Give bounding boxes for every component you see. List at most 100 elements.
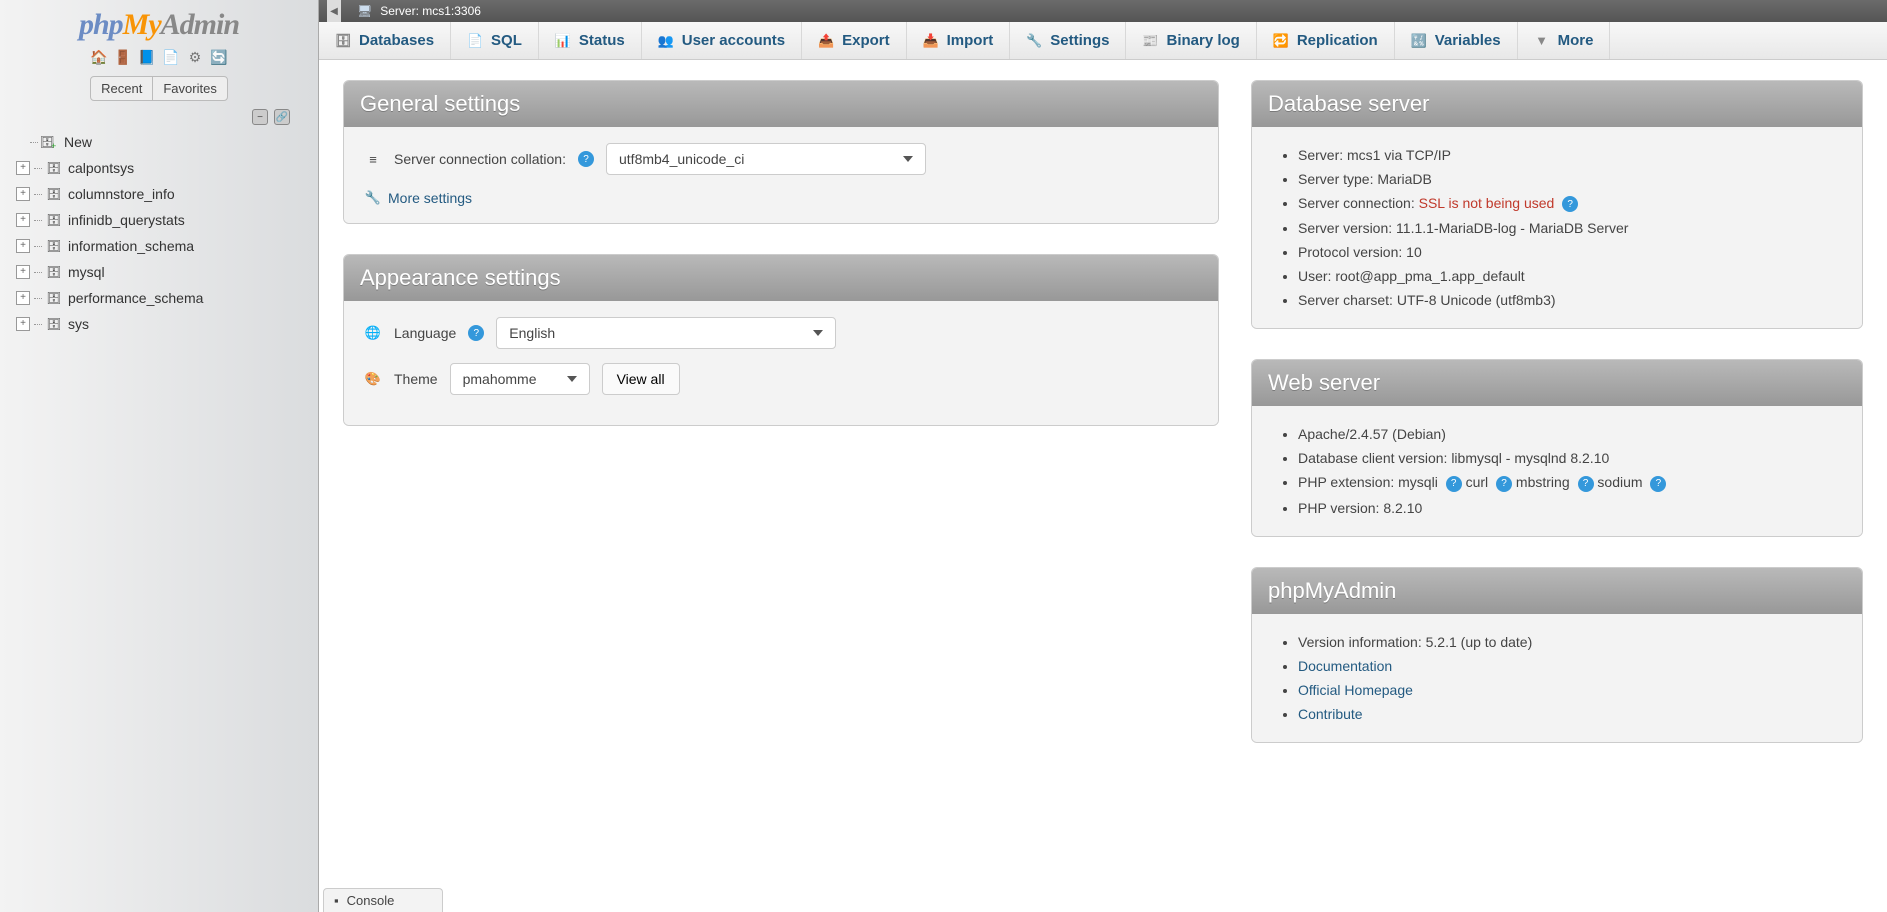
help-icon[interactable]	[1578, 476, 1594, 492]
tab-sql[interactable]: 📄SQL	[451, 22, 539, 59]
language-icon: 🌐	[364, 324, 382, 342]
db-client-version: Database client version: libmysql - mysq…	[1298, 446, 1842, 470]
server-version: Server version: 11.1.1-MariaDB-log - Mar…	[1298, 216, 1842, 240]
phpmyadmin-panel: phpMyAdmin Version information: 5.2.1 (u…	[1251, 567, 1863, 743]
expand-icon[interactable]: +	[16, 161, 30, 175]
database-icon: 🗄	[46, 212, 62, 228]
collation-select[interactable]: utf8mb4_unicode_ci	[606, 143, 926, 175]
database-icon: 🗄	[46, 264, 62, 280]
view-all-themes-button[interactable]: View all	[602, 363, 680, 395]
panel-title: phpMyAdmin	[1252, 568, 1862, 614]
tab-icon: 🗄	[335, 33, 351, 49]
protocol-version: Protocol version: 10	[1298, 240, 1842, 264]
webserver-software: Apache/2.4.57 (Debian)	[1298, 422, 1842, 446]
collation-label: Server connection collation:	[394, 151, 566, 167]
tree-database[interactable]: + 🗄 infinidb_querystats	[16, 207, 310, 233]
tree-database[interactable]: +🗄columnstore_info	[16, 181, 310, 207]
tab-settings[interactable]: 🔧Settings	[1010, 22, 1126, 59]
tab-import[interactable]: 📥 Import	[907, 22, 1011, 59]
database-label: mysql	[68, 264, 105, 280]
tab-export[interactable]: 📤Export	[802, 22, 907, 59]
tab-icon: 🔣	[1411, 33, 1427, 49]
panel-title: Web server	[1252, 360, 1862, 406]
database-server-panel: Database server Server: mcs1 via TCP/IP …	[1251, 80, 1863, 329]
tab-label: User accounts	[682, 32, 785, 49]
tab-binary-log[interactable]: 📰Binary log	[1126, 22, 1256, 59]
php-extension: PHP extension: mysqli curl mbstring sodi…	[1298, 470, 1842, 495]
home-icon[interactable]: 🏠	[90, 48, 108, 66]
collapse-tree-icon[interactable]: −	[252, 109, 268, 125]
language-select[interactable]: English	[496, 317, 836, 349]
panel-title: General settings	[344, 81, 1218, 127]
tab-icon: 🔁	[1273, 33, 1289, 49]
database-icon: 🗄	[46, 290, 62, 306]
tree-new-database[interactable]: 🗄 New	[16, 129, 310, 155]
more-settings-link[interactable]: 🔧 More settings	[364, 189, 1198, 207]
logout-icon[interactable]: 🚪	[114, 48, 132, 66]
expand-icon[interactable]: +	[16, 239, 30, 253]
tab-icon: 👥	[658, 33, 674, 49]
database-label: infinidb_querystats	[68, 212, 185, 228]
tab-replication[interactable]: 🔁 Replication	[1257, 22, 1395, 59]
tree-database[interactable]: +🗄sys	[16, 311, 310, 337]
wrench-icon: 🔧	[364, 189, 382, 207]
collation-icon: ≡	[364, 150, 382, 168]
tab-icon: 📤	[818, 33, 834, 49]
tree-database[interactable]: + 🗄 mysql	[16, 259, 310, 285]
database-label: performance_schema	[68, 290, 203, 306]
pma-link[interactable]: Official Homepage	[1298, 682, 1413, 698]
expand-icon[interactable]: +	[16, 291, 30, 305]
help-icon[interactable]	[1496, 476, 1512, 492]
database-label: columnstore_info	[68, 186, 175, 202]
expand-icon[interactable]: +	[16, 265, 30, 279]
database-tree: 🗄 New +🗄calpontsys+🗄columnstore_info+🗄in…	[0, 129, 318, 337]
ssl-warning-link[interactable]: SSL is not being used	[1419, 195, 1555, 211]
tree-database[interactable]: +🗄information_schema	[16, 233, 310, 259]
pma-link[interactable]: Contribute	[1298, 706, 1363, 722]
help-icon[interactable]	[1650, 476, 1666, 492]
tab-label: Import	[947, 32, 994, 49]
tree-database[interactable]: +🗄calpontsys	[16, 155, 310, 181]
help-icon[interactable]	[1562, 196, 1578, 212]
reload-icon[interactable]: 🔄	[210, 48, 228, 66]
database-icon: 🗄	[46, 316, 62, 332]
tab-favorites[interactable]: Favorites	[153, 77, 226, 100]
expand-icon[interactable]: +	[16, 213, 30, 227]
database-icon: 🗄	[46, 160, 62, 176]
sql-docs-icon[interactable]: 📄	[162, 48, 180, 66]
server-breadcrumb[interactable]: Server: mcs1:3306	[380, 4, 481, 18]
theme-icon: 🎨	[364, 370, 382, 388]
pma-link[interactable]: Documentation	[1298, 658, 1392, 674]
tab-label: Settings	[1050, 32, 1109, 49]
theme-label: Theme	[394, 371, 438, 387]
tab-recent[interactable]: Recent	[91, 77, 153, 100]
expand-icon[interactable]: +	[16, 317, 30, 331]
help-icon[interactable]	[468, 325, 484, 341]
tab-label: Replication	[1297, 32, 1378, 49]
theme-select[interactable]: pmahomme	[450, 363, 590, 395]
tree-database[interactable]: + 🗄 performance_schema	[16, 285, 310, 311]
tab-variables[interactable]: 🔣Variables	[1395, 22, 1518, 59]
docs-icon[interactable]: 📘	[138, 48, 156, 66]
general-settings-panel: General settings ≡ Server connection col…	[343, 80, 1219, 224]
tab-status[interactable]: 📊Status	[539, 22, 642, 59]
tab-icon: 📥	[923, 33, 939, 49]
phpmyadmin-logo[interactable]: phpMyAdmin	[79, 8, 239, 42]
link-tree-icon[interactable]: 🔗	[274, 109, 290, 125]
tab-more[interactable]: ▼More	[1518, 22, 1611, 59]
php-ext-name: sodium	[1594, 474, 1647, 490]
breadcrumb-bar: ◀ 🖥 Server: mcs1:3306	[319, 0, 1887, 22]
tab-databases[interactable]: 🗄Databases	[319, 22, 451, 59]
console-toggle[interactable]: ▪ Console	[323, 888, 443, 912]
tab-icon: 📄	[467, 33, 483, 49]
server-icon: 🖥	[357, 4, 372, 18]
nav-settings-icon[interactable]: ⚙	[186, 48, 204, 66]
database-label: information_schema	[68, 238, 194, 254]
collapse-sidebar-icon[interactable]: ◀	[327, 0, 341, 22]
tab-icon: 📰	[1142, 33, 1158, 49]
help-icon[interactable]	[1446, 476, 1462, 492]
expand-icon[interactable]: +	[16, 187, 30, 201]
help-icon[interactable]	[578, 151, 594, 167]
tab-user-accounts[interactable]: 👥 User accounts	[642, 22, 802, 59]
panel-title: Appearance settings	[344, 255, 1218, 301]
